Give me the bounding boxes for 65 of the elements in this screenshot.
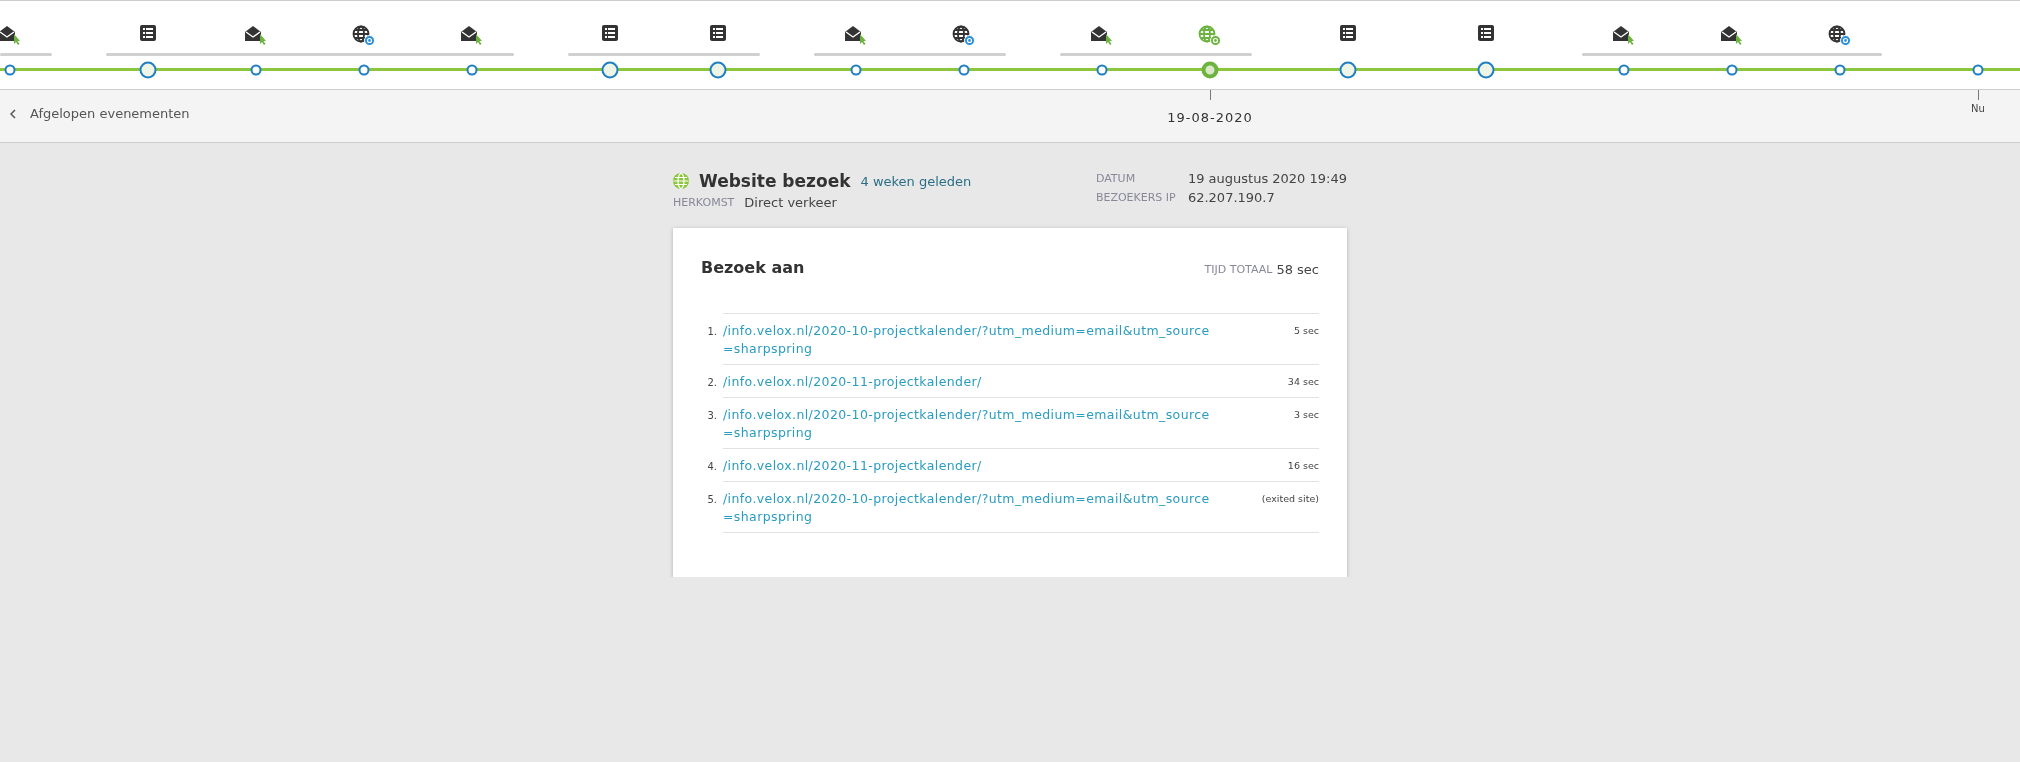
- timeline-node[interactable]: [466, 64, 478, 76]
- timeline-node[interactable]: [1201, 61, 1219, 79]
- card-title: Bezoek aan: [701, 258, 805, 277]
- timeline-node[interactable]: [250, 64, 262, 76]
- page-url-link[interactable]: /info.velox.nl/2020-11-projectkalender/: [723, 373, 1217, 391]
- list-icon[interactable]: [710, 25, 726, 41]
- page-duration: 16 sec: [1287, 459, 1319, 473]
- chevron-left-icon: [10, 108, 16, 119]
- timeline-node[interactable]: [709, 61, 727, 79]
- total-time-label: TIJD TOTAAL: [1204, 263, 1273, 276]
- page-url-link[interactable]: /info.velox.nl/2020-10-projectkalender/?utm_medium=email&utm_source=sharpspring: [723, 490, 1217, 526]
- timeline-node[interactable]: [1477, 61, 1495, 79]
- origin-value: Direct verkeer: [744, 195, 837, 210]
- timeline-node[interactable]: [4, 64, 16, 76]
- origin-label: HERKOMST: [673, 196, 735, 209]
- globe-browser-icon[interactable]: [352, 25, 376, 47]
- timeline-node[interactable]: [139, 61, 157, 79]
- list-icon[interactable]: [1478, 25, 1494, 41]
- page-url-link[interactable]: /info.velox.nl/2020-10-projectkalender/?utm_medium=email&utm_source=sharpspring: [723, 322, 1217, 358]
- globe-icon: [673, 173, 689, 189]
- envelope-cursor-icon[interactable]: [844, 25, 868, 45]
- envelope-cursor-icon[interactable]: [0, 25, 22, 45]
- detail-value: 19 augustus 2020 19:49: [1187, 171, 1347, 186]
- timeline-node[interactable]: [1834, 64, 1846, 76]
- globe-browser-icon[interactable]: [952, 25, 976, 47]
- page-number: 3.: [706, 409, 717, 421]
- now-tick: [1978, 90, 1979, 100]
- page-number: 4.: [706, 460, 717, 472]
- page-number: 5.: [706, 493, 717, 505]
- timeline-node[interactable]: [1096, 64, 1108, 76]
- envelope-cursor-icon[interactable]: [244, 25, 268, 45]
- page-number: 1.: [706, 325, 717, 337]
- envelope-cursor-icon[interactable]: [1720, 25, 1744, 45]
- now-label: Nu: [1971, 103, 1985, 114]
- total-time-value: 58 sec: [1276, 262, 1319, 277]
- time-ago: 4 weken geleden: [860, 173, 972, 189]
- page-number: 2.: [706, 376, 717, 388]
- detail-label: DATUM: [1095, 172, 1137, 185]
- selected-date: 19-08-2020: [1167, 110, 1253, 125]
- timeline-node[interactable]: [1726, 64, 1738, 76]
- timeline-node[interactable]: [958, 64, 970, 76]
- timeline-node[interactable]: [358, 64, 370, 76]
- now-node[interactable]: [1972, 64, 1984, 76]
- detail-label: BEZOEKERS IP: [1095, 191, 1177, 204]
- detail-value: 62.207.190.7: [1187, 190, 1275, 205]
- page-duration: 34 sec: [1287, 375, 1319, 389]
- envelope-cursor-icon[interactable]: [460, 25, 484, 45]
- timeline-node[interactable]: [601, 61, 619, 79]
- timeline-node[interactable]: [850, 64, 862, 76]
- list-icon[interactable]: [1340, 25, 1356, 41]
- timeline-node[interactable]: [1339, 61, 1357, 79]
- list-icon[interactable]: [140, 25, 156, 41]
- page-duration: (exited site): [1261, 492, 1319, 506]
- list-icon[interactable]: [602, 25, 618, 41]
- globe-browser-icon[interactable]: [1828, 25, 1852, 47]
- page-duration: 5 sec: [1293, 324, 1319, 338]
- timeline-node[interactable]: [1618, 64, 1630, 76]
- page-url-link[interactable]: /info.velox.nl/2020-10-projectkalender/?utm_medium=email&utm_source=sharpspring: [723, 406, 1217, 442]
- envelope-cursor-icon[interactable]: [1612, 25, 1636, 45]
- page-url-link[interactable]: /info.velox.nl/2020-11-projectkalender/: [723, 457, 1217, 475]
- visit-title: Website bezoek: [699, 171, 851, 191]
- envelope-cursor-icon[interactable]: [1090, 25, 1114, 45]
- date-tick: [1210, 90, 1211, 100]
- page-duration: 3 sec: [1293, 408, 1319, 422]
- back-button[interactable]: Afgelopen evenementen: [8, 104, 192, 123]
